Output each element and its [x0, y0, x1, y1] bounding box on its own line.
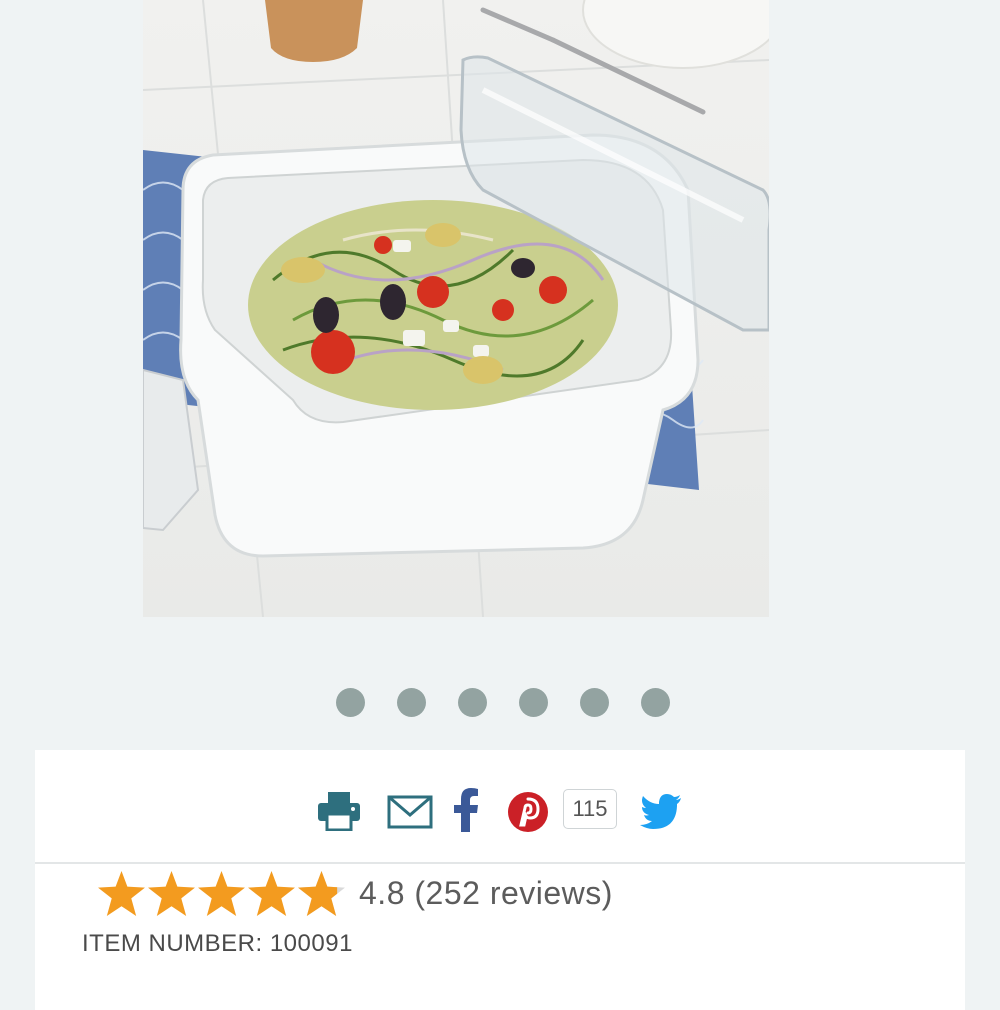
- print-button[interactable]: [317, 791, 361, 831]
- share-bar: 115: [35, 750, 965, 864]
- facebook-icon: [453, 788, 479, 832]
- carousel-dot-6[interactable]: [641, 688, 670, 717]
- carousel-dot-3[interactable]: [458, 688, 487, 717]
- product-info-card: 115 4.8 (252 reviews) ITEM NUMBER: 10009…: [35, 750, 965, 1010]
- star-rating: [98, 870, 345, 916]
- print-icon: [317, 791, 361, 831]
- item-number: ITEM NUMBER: 100091: [82, 930, 353, 957]
- rating-summary[interactable]: 4.8 (252 reviews): [98, 865, 613, 921]
- pinterest-share-count: 115: [563, 789, 617, 829]
- facebook-share-button[interactable]: [453, 788, 479, 832]
- carousel-dot-2[interactable]: [397, 688, 426, 717]
- pinterest-icon: [507, 791, 549, 833]
- image-carousel-dots: [0, 688, 1000, 717]
- pinterest-share-button[interactable]: [507, 791, 549, 833]
- star-icon: [148, 870, 195, 916]
- carousel-dot-5[interactable]: [580, 688, 609, 717]
- carousel-dot-1[interactable]: [336, 688, 365, 717]
- rating-text: 4.8 (252 reviews): [359, 874, 613, 911]
- star-icon: [98, 870, 145, 916]
- email-share-button[interactable]: [387, 795, 433, 829]
- star-icon-partial: [298, 870, 345, 916]
- product-image[interactable]: [143, 0, 769, 617]
- twitter-share-button[interactable]: [640, 794, 682, 830]
- star-icon: [198, 870, 245, 916]
- email-icon: [387, 795, 433, 829]
- twitter-icon: [640, 794, 682, 830]
- star-icon: [248, 870, 295, 916]
- carousel-dot-4[interactable]: [519, 688, 548, 717]
